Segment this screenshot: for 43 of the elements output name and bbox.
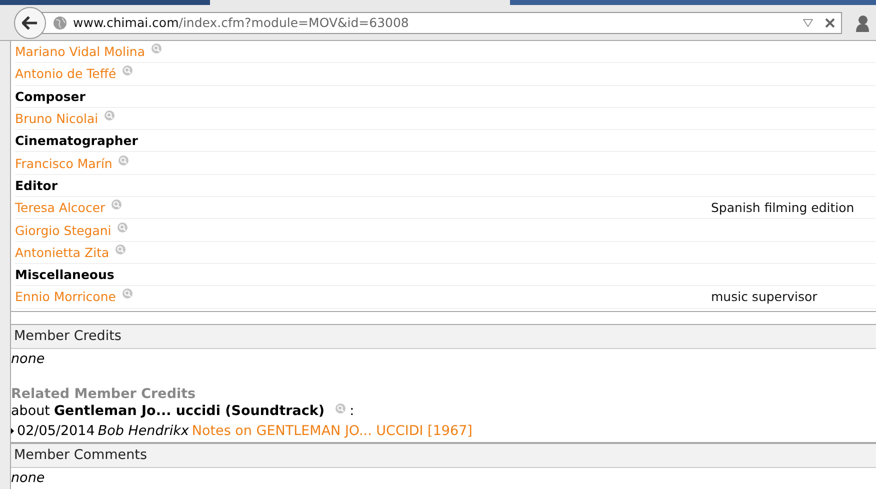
person-link[interactable]: Francisco Marín: [15, 156, 112, 171]
back-arrow-icon: [22, 16, 38, 30]
magnifier-icon[interactable]: [115, 244, 126, 255]
entry-author: Bob Hendrikx: [98, 423, 189, 440]
person-link[interactable]: Antonietta Zita: [15, 244, 110, 260]
dropdown-triangle-icon[interactable]: [803, 18, 813, 26]
user-icon[interactable]: [855, 14, 869, 32]
magnifier-icon[interactable]: [122, 288, 133, 300]
magnifier-icon[interactable]: [104, 110, 116, 122]
section-header: Member Credits: [11, 324, 876, 349]
person-link[interactable]: Bruno Nicolai: [15, 111, 98, 126]
url-text: www.chimai.com/index.cfm?module=MOV&id=63008: [73, 15, 410, 30]
magnifier-icon[interactable]: [334, 402, 346, 414]
magnifier-icon[interactable]: [151, 43, 162, 54]
role-heading: Composer: [15, 88, 86, 104]
person-link[interactable]: Ennio Morricone: [15, 289, 116, 304]
person-link[interactable]: Teresa Alcocer: [15, 200, 106, 216]
close-icon[interactable]: [825, 18, 835, 28]
section-title: Related Member Credits: [11, 386, 197, 402]
about-label: about: [11, 403, 50, 420]
notes-link[interactable]: Notes on GENTLEMAN JO... UCCIDI [1967]: [192, 423, 472, 440]
magnifier-icon[interactable]: [122, 65, 134, 76]
person-link[interactable]: Mariano Vidal Molina: [15, 44, 146, 60]
role-heading: Editor: [15, 178, 58, 193]
magnifier-icon[interactable]: [118, 154, 130, 166]
address-bar[interactable]: www.chimai.com/index.cfm?module=MOV&id=63008: [42, 12, 842, 34]
credit-note: music supervisor: [711, 289, 818, 304]
colon-text: :: [350, 403, 354, 420]
role-heading: Miscellaneous: [15, 267, 114, 282]
person-link[interactable]: Giorgio Stegani: [15, 222, 112, 238]
subject-title: Gentleman Jo... uccidi (Soundtrack): [54, 403, 325, 420]
empty-text: none: [11, 468, 46, 488]
magnifier-icon[interactable]: [117, 222, 128, 233]
back-button[interactable]: [14, 6, 46, 38]
role-heading: Cinematographer: [15, 133, 138, 148]
credit-note: Spanish filming edition: [711, 200, 854, 216]
globe-icon: [53, 16, 67, 30]
section-header: Member Comments: [11, 442, 876, 468]
magnifier-icon[interactable]: [111, 199, 122, 210]
entry-date: 02/05/2014: [17, 423, 95, 440]
bullet-icon: [11, 428, 14, 434]
empty-text: none: [11, 350, 46, 369]
person-link[interactable]: Antonio de Teffé: [15, 66, 116, 82]
